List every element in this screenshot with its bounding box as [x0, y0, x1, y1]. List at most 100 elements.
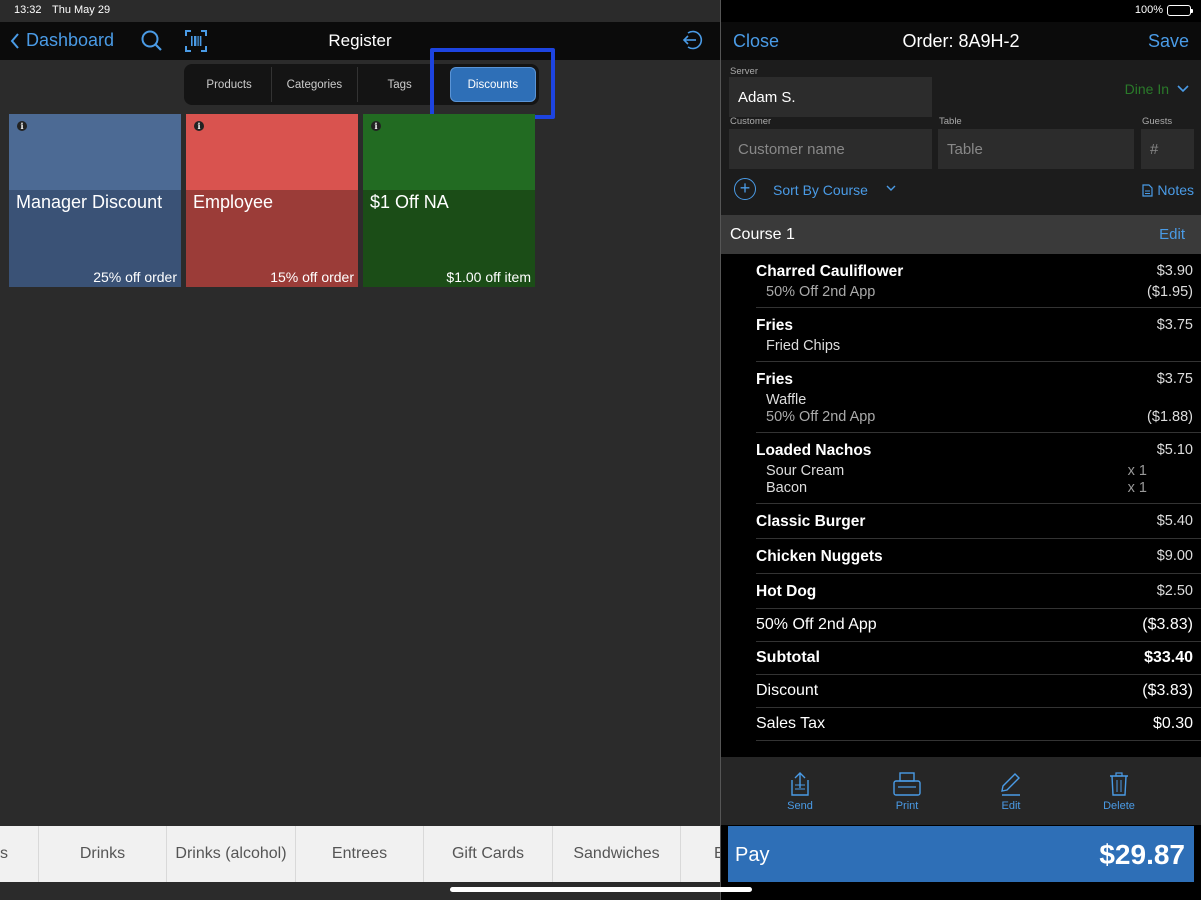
item-modifier: Waffle [766, 392, 807, 408]
totals-row-subtotal: Subtotal $33.40 [756, 642, 1201, 675]
notes-label: Notes [1157, 182, 1194, 198]
server-field[interactable]: Adam S. [729, 77, 932, 117]
pay-label: Pay [735, 844, 770, 866]
print-button[interactable]: Print [877, 771, 937, 812]
dashboard-back-button[interactable]: Dashboard [10, 30, 114, 51]
server-label: Server [730, 66, 758, 77]
customer-label: Customer [730, 116, 772, 127]
close-button[interactable]: Close [733, 31, 779, 52]
search-button[interactable] [139, 28, 165, 54]
order-item[interactable]: Charred Cauliflower $3.90 50% Off 2nd App… [756, 254, 1201, 308]
table-label: Table [939, 116, 962, 127]
sort-by-course-select[interactable]: Sort By Course [773, 182, 868, 198]
segment-products[interactable]: Products [187, 67, 273, 102]
order-item[interactable]: Classic Burger $5.40 [756, 504, 1201, 539]
category-tab-gift-cards[interactable]: Gift Cards [424, 826, 553, 882]
register-toolbar: Dashboard Register [0, 22, 720, 60]
order-item[interactable]: Fries $3.75 Fried Chips [756, 308, 1201, 362]
order-item[interactable]: Chicken Nuggets $9.00 [756, 539, 1201, 574]
info-icon[interactable]: i [17, 121, 27, 131]
item-price: $5.40 [1156, 513, 1193, 529]
guests-field[interactable]: # [1141, 129, 1194, 169]
item-price: $5.10 [1156, 442, 1193, 458]
order-pane: Close Order: 8A9H-2 Save Server Adam S. … [721, 0, 1201, 900]
info-icon[interactable]: i [194, 121, 204, 131]
discount-tile-1-off-na[interactable]: i $1 Off NA $1.00 off item [363, 114, 535, 287]
pay-amount: $29.87 [1099, 839, 1185, 870]
category-tab-drinks-alcohol[interactable]: Drinks (alcohol) [167, 826, 296, 882]
battery-percent: 100% [1134, 4, 1163, 16]
tile-name: Manager Discount [16, 192, 163, 212]
order-item[interactable]: Loaded Nachos $5.10 Sour Cream x 1 Bacon x … [756, 433, 1201, 504]
info-icon[interactable]: i [371, 121, 381, 131]
table-field[interactable]: Table [938, 129, 1134, 169]
total-label: Sales Tax [756, 715, 826, 732]
add-course-icon[interactable]: + [734, 178, 756, 200]
category-tab-drinks[interactable]: Drinks [39, 826, 167, 882]
customer-name-field[interactable]: Customer name [729, 129, 932, 169]
item-price: $3.75 [1156, 371, 1193, 387]
battery-indicator: 100% [1134, 4, 1193, 16]
chevron-down-icon[interactable] [886, 181, 896, 195]
item-name: Loaded Nachos [756, 442, 872, 459]
status-time: 13:32 [14, 4, 42, 16]
course-header: Course 1 Edit [721, 215, 1201, 254]
tile-top [363, 114, 535, 190]
send-label: Send [787, 800, 813, 812]
tile-description: 25% off order [93, 269, 177, 285]
pay-button[interactable]: Pay $29.87 [728, 826, 1194, 882]
course-label: Course 1 [730, 226, 795, 243]
total-value: ($3.83) [1142, 682, 1193, 699]
category-tab-partial-end[interactable]: E [681, 826, 720, 882]
modifier-value: ($1.88) [1147, 409, 1193, 425]
order-toolbar: Close Order: 8A9H-2 Save [721, 22, 1201, 60]
total-label: Subtotal [756, 649, 820, 666]
total-value: $0.30 [1152, 715, 1193, 732]
modifier-value: ($1.95) [1147, 284, 1193, 300]
save-button[interactable]: Save [1148, 31, 1189, 52]
search-icon [141, 30, 162, 51]
item-name: Chicken Nuggets [756, 548, 883, 565]
order-item[interactable]: Fries $3.75 Waffle 50% Off 2nd App ($1.88) [756, 362, 1201, 433]
notes-button[interactable]: Notes [1142, 182, 1194, 198]
sort-row: + Sort By Course Notes [734, 178, 1194, 206]
tile-description: $1.00 off item [446, 269, 531, 285]
register-pane: Dashboard Register Products Categories T… [0, 0, 720, 900]
send-button[interactable]: Send [770, 771, 830, 812]
guests-label: Guests [1142, 116, 1173, 127]
discount-tile-employee[interactable]: i Employee 15% off order [186, 114, 358, 287]
edit-button[interactable]: Edit [981, 771, 1041, 812]
item-name: Hot Dog [756, 583, 817, 600]
tile-top [9, 114, 181, 190]
category-tab-entrees[interactable]: Entrees [296, 826, 424, 882]
chevron-left-icon [10, 32, 19, 49]
item-modifier: 50% Off 2nd App [766, 284, 876, 300]
item-price: $3.90 [1156, 263, 1193, 279]
total-value: $33.40 [1144, 649, 1193, 666]
order-details-form: Server Adam S. Dine In Customer Customer… [721, 60, 1201, 215]
exit-register-button[interactable] [680, 28, 706, 54]
category-tab-partial[interactable]: s [0, 826, 39, 882]
segment-categories[interactable]: Categories [272, 67, 358, 102]
course-edit-button[interactable]: Edit [1159, 226, 1185, 243]
dine-option-select[interactable]: Dine In [1125, 81, 1189, 97]
printer-icon [893, 772, 921, 796]
totals-row-discount: Discount ($3.83) [756, 675, 1201, 708]
chevron-down-icon [1177, 85, 1189, 93]
battery-icon [1167, 4, 1193, 16]
item-modifier: Sour Cream [766, 463, 845, 479]
item-name: Fries [756, 317, 794, 334]
total-value: ($3.83) [1142, 616, 1193, 633]
item-modifier: Fried Chips [766, 338, 841, 354]
totals-row-discount-line: 50% Off 2nd App ($3.83) [756, 609, 1201, 642]
print-label: Print [895, 800, 919, 812]
order-item[interactable]: Hot Dog $2.50 [756, 574, 1201, 609]
category-tab-sandwiches[interactable]: Sandwiches [553, 826, 681, 882]
delete-button[interactable]: Delete [1089, 771, 1149, 812]
discount-tile-manager[interactable]: i Manager Discount 25% off order [9, 114, 181, 287]
barcode-scan-button[interactable] [183, 28, 209, 54]
document-icon [1142, 183, 1154, 197]
order-items-list: Charred Cauliflower $3.90 50% Off 2nd App… [756, 254, 1201, 757]
delete-label: Delete [1103, 800, 1135, 812]
item-price: $2.50 [1156, 583, 1193, 599]
